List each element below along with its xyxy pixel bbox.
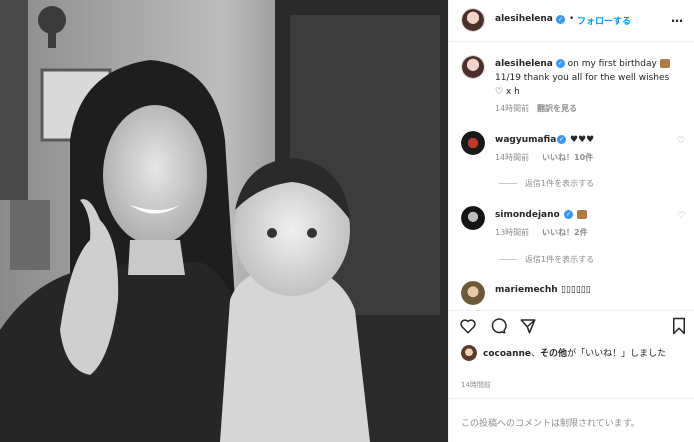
action-bar: [449, 310, 694, 342]
comment-avatar[interactable]: [461, 281, 485, 305]
comment-username[interactable]: wagyumafia: [495, 135, 556, 145]
view-replies[interactable]: 返信1件を表示する: [499, 254, 594, 265]
comment-username[interactable]: mariemechh: [495, 285, 558, 295]
post-time: 14時間前: [461, 381, 491, 389]
post-side-panel: alesihelena ✓ • フォローする … alesihelena ✓ o…: [448, 0, 694, 442]
verified-icon: ✓: [564, 210, 573, 219]
view-replies-label: 返信1件を表示する: [525, 179, 595, 188]
share-icon[interactable]: [519, 317, 537, 335]
separator-dot: •: [569, 14, 575, 24]
cake-emoji-icon: [659, 59, 670, 68]
bw-photo-illustration: [0, 0, 448, 442]
comment-text: ♥♥♥: [570, 135, 595, 145]
post-header: alesihelena ✓ • フォローする …: [449, 0, 694, 42]
caption-line3: ♡ x h: [495, 87, 520, 97]
caption-avatar[interactable]: [461, 55, 485, 79]
liker-username[interactable]: cocoanne: [483, 349, 531, 359]
avatar[interactable]: [461, 8, 485, 32]
comments-disabled-notice: この投稿へのコメントは制限されています。: [461, 419, 640, 429]
comment-username[interactable]: simondejano: [495, 210, 560, 220]
follow-button[interactable]: フォローする: [577, 14, 631, 27]
heart-icon[interactable]: ♡: [677, 136, 685, 146]
verified-icon: ✓: [557, 135, 566, 144]
translate-link[interactable]: 翻訳を見る: [537, 103, 577, 114]
caption-line2: 11/19 thank you all for the well wishes: [495, 73, 670, 83]
caption: alesihelena ✓ on my first birthday 11/19…: [495, 57, 685, 99]
reply-line: [499, 183, 517, 184]
comment-text: ▯▯▯▯▯▯: [561, 285, 591, 295]
liker-avatar[interactable]: [461, 345, 477, 361]
comment-time: 14時間前: [495, 153, 530, 162]
heart-icon[interactable]: ♡: [677, 211, 685, 221]
likes-suffix: が「いいね！」しました: [567, 349, 667, 359]
comment-likes[interactable]: いいね！2件: [542, 227, 588, 238]
post-photo[interactable]: [0, 0, 448, 442]
more-icon[interactable]: …: [671, 11, 683, 25]
comment-footer: この投稿へのコメントは制限されています。: [449, 398, 694, 442]
caption-time: 14時間前: [495, 104, 530, 113]
verified-icon: ✓: [555, 59, 565, 68]
header-username[interactable]: alesihelena: [495, 14, 553, 24]
likes-summary: cocoanne、その他が「いいね！」しました: [483, 349, 667, 359]
view-replies-label: 返信1件を表示する: [525, 255, 595, 264]
comment-icon[interactable]: [489, 317, 507, 335]
comment-avatar[interactable]: [461, 206, 485, 230]
reply-line: [499, 259, 517, 260]
likes-others[interactable]: その他: [540, 349, 567, 359]
comment-likes[interactable]: いいね！10件: [542, 152, 593, 163]
comment-avatar[interactable]: [461, 131, 485, 155]
bookmark-icon[interactable]: [671, 317, 687, 335]
cake-emoji-icon: [577, 210, 587, 219]
verified-icon: ✓: [556, 15, 565, 24]
caption-line1: on my first birthday: [567, 59, 657, 69]
view-replies[interactable]: 返信1件を表示する: [499, 178, 594, 189]
comment-time: 13時間前: [495, 228, 530, 237]
caption-username[interactable]: alesihelena: [495, 59, 553, 69]
heart-icon[interactable]: [459, 317, 477, 335]
